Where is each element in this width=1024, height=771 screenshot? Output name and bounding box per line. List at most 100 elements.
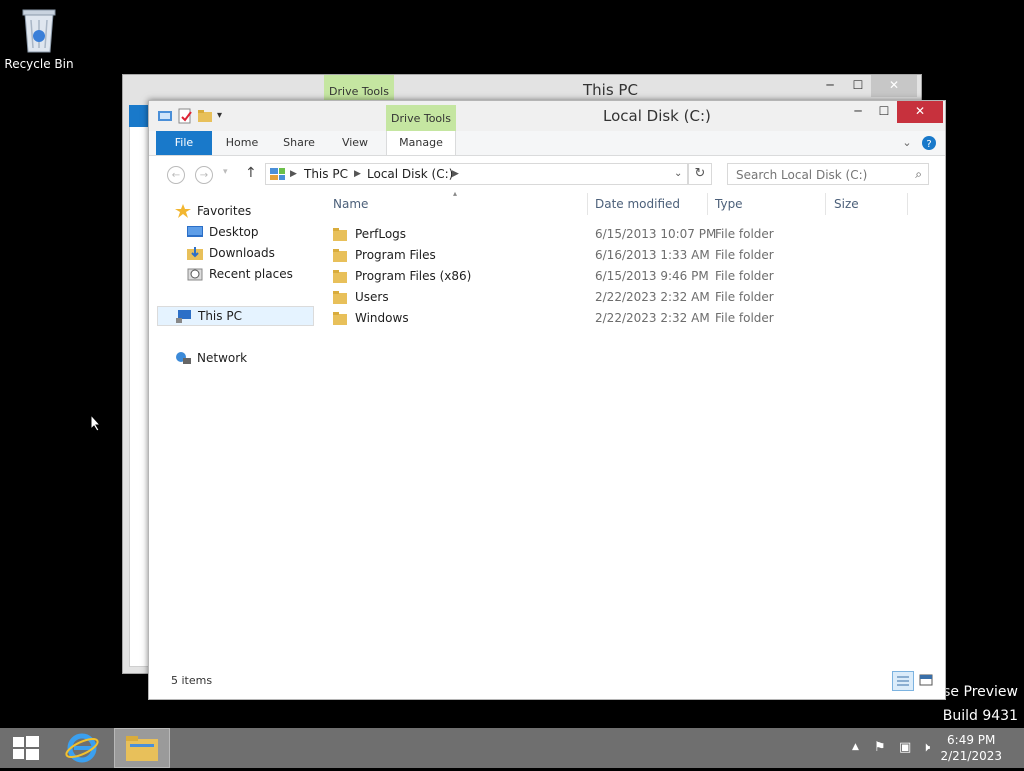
back-minimize-button[interactable]: ─ — [817, 75, 843, 97]
internet-explorer-button[interactable] — [60, 728, 104, 768]
ribbon-tabs: File Home Share View Manage ⌄ ? — [149, 131, 945, 156]
column-header-name[interactable]: Name — [333, 197, 368, 211]
nav-downloads[interactable]: Downloads — [187, 243, 275, 263]
nav-recent-places[interactable]: Recent places — [187, 264, 293, 284]
recent-locations-icon[interactable]: ▾ — [223, 167, 228, 177]
local-disk-window[interactable]: ▾ Drive Tools Local Disk (C:) ─ ☐ ✕ File… — [148, 100, 946, 700]
column-divider[interactable] — [907, 193, 908, 215]
search-box[interactable]: ⌕ — [727, 163, 929, 186]
file-date: 6/15/2013 10:07 PM — [595, 227, 717, 241]
address-dropdown-icon[interactable]: ⌄ — [674, 168, 682, 179]
file-explorer-icon — [126, 736, 158, 761]
column-header-date[interactable]: Date modified — [595, 197, 680, 211]
network-status-icon[interactable]: ▣ — [899, 740, 911, 755]
forward-button[interactable]: → — [195, 166, 213, 184]
tab-home[interactable]: Home — [219, 131, 265, 155]
nav-this-pc[interactable]: This PC — [157, 306, 314, 326]
column-divider[interactable] — [825, 193, 826, 215]
breadcrumb-separator-icon[interactable]: ▶ — [452, 169, 459, 179]
back-button[interactable]: ← — [167, 166, 185, 184]
file-explorer-button[interactable] — [114, 728, 170, 768]
build-watermark-line2: Build 9431 — [942, 708, 1018, 724]
new-folder-icon[interactable] — [197, 108, 213, 124]
back-maximize-button[interactable]: ☐ — [845, 75, 871, 97]
nav-desktop[interactable]: Desktop — [187, 222, 259, 242]
file-type: File folder — [715, 311, 774, 325]
maximize-button[interactable]: ☐ — [871, 101, 897, 123]
recycle-bin-label: Recycle Bin — [4, 57, 74, 71]
properties-icon[interactable] — [177, 108, 193, 124]
explorer-icon[interactable] — [157, 108, 173, 124]
close-button[interactable]: ✕ — [897, 101, 943, 123]
help-icon[interactable]: ? — [921, 131, 937, 155]
details-view-icon — [897, 676, 909, 686]
desktop-icon — [187, 226, 203, 237]
tab-share[interactable]: Share — [275, 131, 323, 155]
internet-explorer-icon — [65, 733, 99, 763]
file-name: Program Files — [355, 248, 436, 262]
recycle-bin-icon — [22, 9, 56, 53]
tab-manage[interactable]: Manage — [386, 131, 456, 155]
nav-downloads-label: Downloads — [209, 246, 275, 260]
network-icon — [176, 352, 191, 364]
sort-indicator-icon: ▴ — [453, 189, 458, 198]
table-row[interactable]: Users 2/22/2023 2:32 AM File folder — [325, 287, 935, 308]
column-divider[interactable] — [587, 193, 588, 215]
file-type: File folder — [715, 269, 774, 283]
tab-view[interactable]: View — [333, 131, 377, 155]
breadcrumb-separator-icon[interactable]: ▶ — [290, 169, 297, 179]
drive-tools-tab[interactable]: Drive Tools — [386, 105, 456, 131]
back-close-button[interactable]: ✕ — [871, 75, 917, 97]
start-button[interactable] — [6, 728, 46, 768]
table-row[interactable]: PerfLogs 6/15/2013 10:07 PM File folder — [325, 224, 935, 245]
nav-desktop-label: Desktop — [209, 225, 259, 239]
column-header-type[interactable]: Type — [715, 197, 743, 211]
breadcrumb-local-disk[interactable]: Local Disk (C:) — [367, 167, 453, 181]
back-window-title: This PC — [583, 81, 638, 99]
item-count: 5 items — [171, 674, 213, 687]
file-name: Users — [355, 290, 389, 304]
show-hidden-icons-icon[interactable]: ▲ — [852, 742, 859, 752]
recycle-bin[interactable]: Recycle Bin — [4, 6, 74, 71]
column-divider[interactable] — [707, 193, 708, 215]
address-bar[interactable]: ▶ This PC ▶ Local Disk (C:) ▶ ⌄ — [265, 163, 688, 185]
action-center-flag-icon[interactable]: ⚑ — [874, 740, 886, 755]
windows-logo-icon — [13, 736, 39, 760]
clock[interactable]: 6:49 PM 2/21/2023 — [940, 732, 1002, 764]
title-bar[interactable]: ▾ Drive Tools Local Disk (C:) ─ ☐ ✕ — [149, 101, 945, 131]
breadcrumb-separator-icon[interactable]: ▶ — [354, 169, 361, 179]
breadcrumb-this-pc[interactable]: This PC — [304, 167, 348, 181]
nav-recent-places-label: Recent places — [209, 267, 293, 281]
build-watermark-line1: ise Preview — [939, 684, 1018, 700]
clock-date: 2/21/2023 — [940, 749, 1002, 763]
nav-favorites[interactable]: Favorites — [175, 201, 251, 221]
search-icon[interactable]: ⌕ — [915, 167, 922, 182]
svg-text:?: ? — [926, 139, 931, 150]
back-file-tab[interactable] — [129, 105, 149, 127]
volume-muted-icon[interactable]: 🕨 — [922, 740, 930, 755]
details-view-button[interactable] — [892, 671, 914, 691]
file-date: 2/22/2023 2:32 AM — [595, 311, 710, 325]
window-title: Local Disk (C:) — [603, 107, 711, 125]
file-date: 6/16/2013 1:33 AM — [595, 248, 710, 262]
large-icons-view-button[interactable] — [916, 671, 938, 691]
table-row[interactable]: Program Files (x86) 6/15/2013 9:46 PM Fi… — [325, 266, 935, 287]
nav-network[interactable]: Network — [175, 348, 247, 368]
file-date: 2/22/2023 2:32 AM — [595, 290, 710, 304]
minimize-button[interactable]: ─ — [845, 101, 871, 123]
downloads-icon — [187, 247, 203, 260]
nav-this-pc-label: This PC — [198, 309, 242, 323]
file-date: 6/15/2013 9:46 PM — [595, 269, 709, 283]
recent-places-icon — [187, 268, 203, 281]
column-header-size[interactable]: Size — [834, 197, 859, 211]
tab-file[interactable]: File — [156, 131, 212, 155]
search-input[interactable] — [728, 164, 916, 186]
table-row[interactable]: Program Files 6/16/2013 1:33 AM File fol… — [325, 245, 935, 266]
table-row[interactable]: Windows 2/22/2023 2:32 AM File folder — [325, 308, 935, 329]
up-button[interactable]: ↑ — [245, 165, 257, 181]
expand-ribbon-icon[interactable]: ⌄ — [899, 131, 915, 155]
large-icons-view-icon — [919, 674, 933, 686]
customize-qat-icon[interactable]: ▾ — [217, 108, 227, 124]
back-drive-tools-tab[interactable]: Drive Tools — [324, 75, 394, 101]
refresh-button[interactable]: ↻ — [688, 163, 712, 185]
